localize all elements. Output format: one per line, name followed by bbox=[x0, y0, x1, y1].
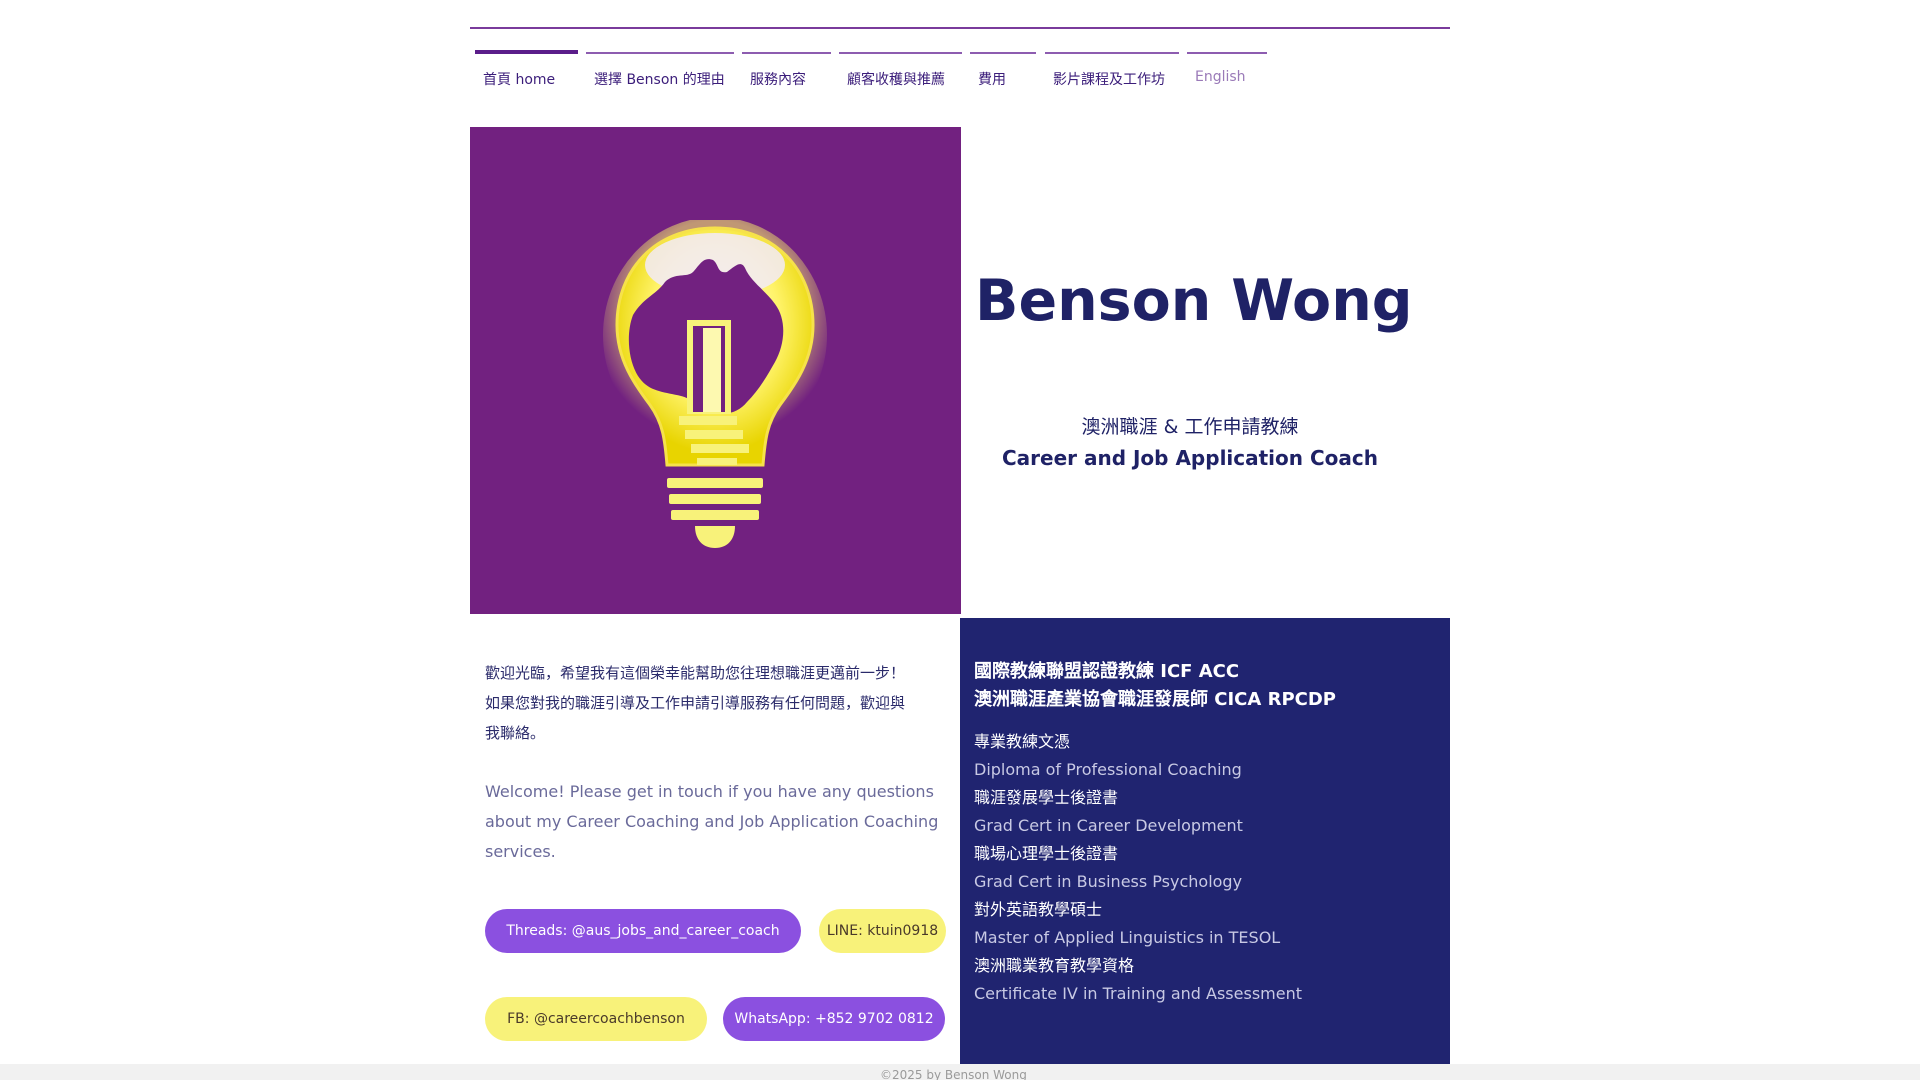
lightbulb-logo-icon bbox=[603, 220, 827, 548]
hero-subtitle-en: Career and Job Application Coach bbox=[1001, 446, 1378, 470]
credential-cn: 澳洲職業教育教學資格 bbox=[974, 956, 1135, 975]
welcome-text-en: Welcome! Please get in touch if you have… bbox=[485, 777, 955, 867]
nav-item-label: English bbox=[1195, 69, 1246, 85]
nav-item-testimonials[interactable]: 顧客收穫與推薦 bbox=[839, 52, 962, 92]
facebook-contact-button[interactable]: FB: @careercoachbenson bbox=[485, 997, 707, 1041]
credential-cn: 職涯發展學士後證書 bbox=[974, 788, 1119, 807]
credential-heading-cica: 澳洲職涯產業協會職涯發展師 CICA RPCDP bbox=[974, 689, 1336, 710]
logo-panel bbox=[470, 127, 961, 614]
credential-en: Diploma of Professional Coaching bbox=[974, 760, 1242, 779]
nav-item-fees[interactable]: 費用 bbox=[970, 52, 1036, 92]
credentials-panel: 國際教練聯盟認證教練 ICF ACC 澳洲職涯產業協會職涯發展師 CICA RP… bbox=[960, 618, 1450, 1064]
welcome-text-cn: 歡迎光臨，希望我有這個榮幸能幫助您往理想職涯更邁前一步！ 如果您對我的職涯引導及… bbox=[485, 658, 955, 748]
nav-item-label: 服務內容 bbox=[750, 72, 806, 88]
credential-en: Certificate IV in Training and Assessmen… bbox=[974, 984, 1302, 1003]
nav-item-courses[interactable]: 影片課程及工作坊 bbox=[1045, 52, 1179, 92]
main-nav: 首頁 home 選擇 Benson 的理由 服務內容 顧客收穫與推薦 費用 影片… bbox=[475, 50, 1450, 92]
page: 首頁 home 選擇 Benson 的理由 服務內容 顧客收穫與推薦 費用 影片… bbox=[470, 0, 1450, 1080]
footer: ©2025 by Benson Wong bbox=[0, 1064, 1920, 1080]
line-contact-button[interactable]: LINE: ktuin0918 bbox=[819, 909, 946, 953]
welcome-cn-line: 歡迎光臨，希望我有這個榮幸能幫助您往理想職涯更邁前一步！ bbox=[485, 664, 906, 682]
nav-item-label: 顧客收穫與推薦 bbox=[847, 72, 945, 88]
hero-subtitle-cn: 澳洲職涯 & 工作申請教練 bbox=[1081, 416, 1299, 438]
nav-item-why-benson[interactable]: 選擇 Benson 的理由 bbox=[586, 52, 734, 92]
nav-item-label: 費用 bbox=[978, 72, 1006, 88]
welcome-en-line: Welcome! Please get in touch if you have… bbox=[485, 782, 934, 801]
credential-cn: 對外英語教學碩士 bbox=[974, 900, 1103, 919]
nav-item-label: 影片課程及工作坊 bbox=[1053, 72, 1165, 88]
credential-heading-icf: 國際教練聯盟認證教練 ICF ACC bbox=[974, 661, 1240, 682]
nav-item-services[interactable]: 服務內容 bbox=[742, 52, 831, 92]
credential-en: Grad Cert in Career Development bbox=[974, 816, 1243, 835]
top-divider bbox=[470, 27, 1450, 29]
hero-name: Benson Wong bbox=[975, 268, 1413, 334]
credentials-heading: 國際教練聯盟認證教練 ICF ACC 澳洲職涯產業協會職涯發展師 CICA RP… bbox=[974, 658, 1336, 714]
credential-cn: 專業教練文憑 bbox=[974, 732, 1071, 751]
credentials-list: 專業教練文憑 Diploma of Professional Coaching … bbox=[974, 728, 1302, 1008]
footer-copyright: ©2025 by Benson Wong bbox=[880, 1068, 1027, 1080]
threads-contact-button[interactable]: Threads: @aus_jobs_and_career_coach bbox=[485, 909, 801, 953]
nav-item-english[interactable]: English bbox=[1187, 52, 1267, 92]
nav-item-home[interactable]: 首頁 home bbox=[475, 50, 578, 90]
welcome-cn-line: 我聯絡。 bbox=[485, 724, 546, 742]
welcome-en-line: services. bbox=[485, 842, 556, 861]
whatsapp-contact-button[interactable]: WhatsApp: +852 9702 0812 bbox=[723, 997, 945, 1041]
welcome-en-line: about my Career Coaching and Job Applica… bbox=[485, 812, 939, 831]
welcome-cn-line: 如果您對我的職涯引導及工作申請引導服務有任何問題，歡迎與 bbox=[485, 694, 906, 712]
nav-item-label: 首頁 home bbox=[483, 72, 556, 88]
credential-en: Grad Cert in Business Psychology bbox=[974, 872, 1243, 891]
credential-en: Master of Applied Linguistics in TESOL bbox=[974, 928, 1281, 947]
nav-item-label: 選擇 Benson 的理由 bbox=[594, 72, 725, 88]
credential-cn: 職場心理學士後證書 bbox=[974, 844, 1119, 863]
